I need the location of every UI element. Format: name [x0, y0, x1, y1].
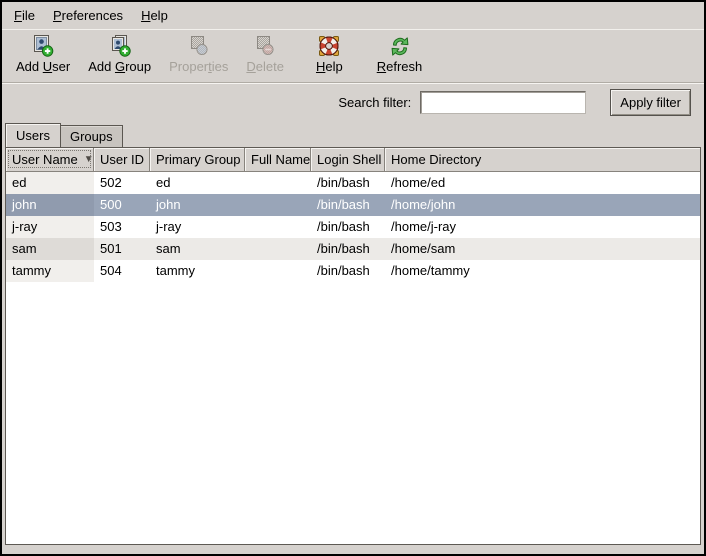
column-header-user-name[interactable]: User Name ▼ — [6, 148, 94, 172]
add-group-label: Add Group — [88, 59, 151, 74]
cell-login-shell: /bin/bash — [311, 194, 385, 216]
help-button[interactable]: Help — [308, 32, 351, 76]
cell-full-name — [245, 260, 311, 282]
cell-full-name — [245, 194, 311, 216]
cell-user-name: j-ray — [6, 216, 94, 238]
cell-primary-group: john — [150, 194, 245, 216]
cell-home-directory: /home/sam — [385, 238, 700, 260]
add-user-icon — [31, 34, 55, 58]
refresh-label: Refresh — [377, 59, 423, 74]
users-table: User Name ▼ User ID Primary Group Full N… — [5, 147, 701, 545]
cell-user-id: 503 — [94, 216, 150, 238]
cell-user-name: ed — [6, 172, 94, 194]
column-header-label: Full Name — [251, 152, 310, 167]
tab-groups[interactable]: Groups — [60, 125, 123, 147]
cell-user-id: 502 — [94, 172, 150, 194]
tab-bar: Users Groups — [2, 121, 704, 147]
delete-icon — [253, 34, 277, 58]
cell-full-name — [245, 172, 311, 194]
user-row[interactable]: ed502ed/bin/bash/home/ed — [6, 172, 700, 194]
menu-preferences[interactable]: Preferences — [44, 4, 132, 27]
user-manager-window: File Preferences Help Add User — [0, 0, 706, 556]
user-row[interactable]: tammy504tammy/bin/bash/home/tammy — [6, 260, 700, 282]
cell-home-directory: /home/tammy — [385, 260, 700, 282]
search-filter-label: Search filter: — [338, 95, 411, 110]
cell-primary-group: ed — [150, 172, 245, 194]
cell-primary-group: j-ray — [150, 216, 245, 238]
filter-row: Search filter: Apply filter — [2, 83, 704, 121]
add-user-label: Add User — [16, 59, 70, 74]
cell-full-name — [245, 238, 311, 260]
add-user-button[interactable]: Add User — [8, 32, 78, 76]
menubar: File Preferences Help — [2, 2, 704, 30]
cell-login-shell: /bin/bash — [311, 216, 385, 238]
column-header-label: User ID — [100, 152, 144, 167]
properties-button[interactable]: Properties — [161, 32, 236, 76]
cell-home-directory: /home/john — [385, 194, 700, 216]
tab-users[interactable]: Users — [5, 123, 61, 147]
delete-button[interactable]: Delete — [238, 32, 292, 76]
cell-user-id: 501 — [94, 238, 150, 260]
column-header-label: User Name — [12, 152, 78, 167]
column-header-home-directory[interactable]: Home Directory — [385, 148, 700, 172]
menu-file[interactable]: File — [5, 4, 44, 27]
user-row[interactable]: sam501sam/bin/bash/home/sam — [6, 238, 700, 260]
properties-icon — [187, 34, 211, 58]
cell-full-name — [245, 216, 311, 238]
cell-home-directory: /home/j-ray — [385, 216, 700, 238]
user-row[interactable]: john500john/bin/bash/home/john — [6, 194, 700, 216]
cell-primary-group: tammy — [150, 260, 245, 282]
properties-label: Properties — [169, 59, 228, 74]
cell-primary-group: sam — [150, 238, 245, 260]
cell-user-id: 504 — [94, 260, 150, 282]
cell-login-shell: /bin/bash — [311, 238, 385, 260]
add-group-button[interactable]: Add Group — [80, 32, 159, 76]
delete-label: Delete — [246, 59, 284, 74]
column-header-label: Home Directory — [391, 152, 481, 167]
search-filter-input[interactable] — [420, 91, 586, 114]
toolbar: Add User Add Group — [2, 30, 704, 83]
sort-descending-icon: ▼ — [78, 155, 94, 165]
column-header-label: Primary Group — [156, 152, 241, 167]
column-header-full-name[interactable]: Full Name — [245, 148, 311, 172]
refresh-icon — [388, 34, 412, 58]
add-group-icon — [108, 34, 132, 58]
cell-login-shell: /bin/bash — [311, 172, 385, 194]
user-table-body: ed502ed/bin/bash/home/edjohn500john/bin/… — [6, 172, 700, 544]
cell-user-id: 500 — [94, 194, 150, 216]
cell-user-name: john — [6, 194, 94, 216]
column-header-label: Login Shell — [317, 152, 381, 167]
column-header-login-shell[interactable]: Login Shell — [311, 148, 385, 172]
refresh-button[interactable]: Refresh — [369, 32, 431, 76]
cell-user-name: tammy — [6, 260, 94, 282]
users-table-header: User Name ▼ User ID Primary Group Full N… — [6, 148, 700, 172]
user-row[interactable]: j-ray503j-ray/bin/bash/home/j-ray — [6, 216, 700, 238]
cell-home-directory: /home/ed — [385, 172, 700, 194]
help-label: Help — [316, 59, 343, 74]
column-header-user-id[interactable]: User ID — [94, 148, 150, 172]
menu-help[interactable]: Help — [132, 4, 177, 27]
apply-filter-button[interactable]: Apply filter — [610, 89, 691, 116]
cell-login-shell: /bin/bash — [311, 260, 385, 282]
cell-user-name: sam — [6, 238, 94, 260]
column-header-primary-group[interactable]: Primary Group — [150, 148, 245, 172]
help-icon — [317, 34, 341, 58]
